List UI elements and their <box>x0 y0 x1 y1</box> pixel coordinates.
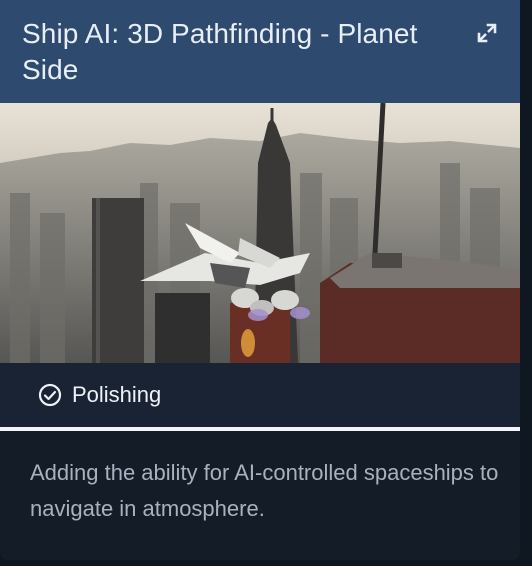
check-circle-icon <box>38 383 62 407</box>
status-divider <box>0 427 520 431</box>
card-header: Ship AI: 3D Pathfinding - Planet Side <box>0 0 520 103</box>
status-bar: Polishing <box>0 363 520 427</box>
external-link-icon[interactable] <box>476 22 498 44</box>
city-skyline-spaceship-image <box>0 103 520 363</box>
card-title: Ship AI: 3D Pathfinding - Planet Side <box>22 18 418 85</box>
card-description: Adding the ability for AI-controlled spa… <box>30 460 499 521</box>
roadmap-card[interactable]: Ship AI: 3D Pathfinding - Planet Side Po… <box>0 0 520 560</box>
status-label: Polishing <box>72 382 162 407</box>
